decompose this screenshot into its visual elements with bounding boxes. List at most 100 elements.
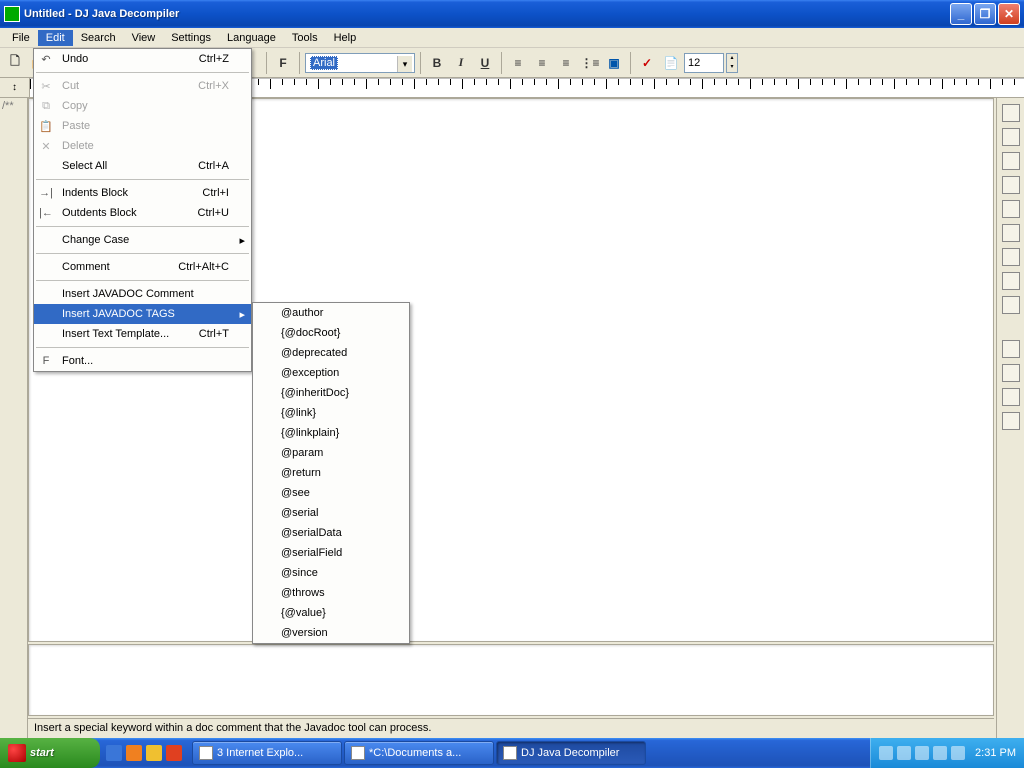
tray-icon[interactable] [933,746,947,760]
menu-item-change-case[interactable]: Change Case▸ [34,230,251,250]
titlebar: Untitled - DJ Java Decompiler _ ❐ ✕ [0,0,1024,28]
menu-item-insert-javadoc-comment[interactable]: Insert JAVADOC Comment [34,284,251,304]
menu-language[interactable]: Language [219,30,284,46]
font-size-input[interactable]: 12 [684,53,724,73]
side-icon[interactable] [1002,296,1020,314]
javadoc-tag-item[interactable]: {@inheritDoc} [253,383,409,403]
menu-item-insert-javadoc-tags[interactable]: Insert JAVADOC TAGS▸ [34,304,251,324]
menu-item-undo[interactable]: ↶UndoCtrl+Z [34,49,251,69]
menu-view[interactable]: View [124,30,164,46]
menu-settings[interactable]: Settings [163,30,219,46]
side-icon[interactable] [1002,340,1020,358]
side-icon[interactable] [1002,248,1020,266]
quicklaunch-icon[interactable] [146,745,162,761]
tray-icon[interactable] [879,746,893,760]
side-icon[interactable] [1002,388,1020,406]
quicklaunch-icon[interactable] [106,745,122,761]
side-icon[interactable] [1002,176,1020,194]
task-button[interactable]: DJ Java Decompiler [496,741,646,765]
ruler-toggle-icon[interactable]: ↕ [0,78,30,97]
side-icon[interactable] [1002,152,1020,170]
javadoc-tag-item[interactable]: @serialData [253,523,409,543]
javadoc-tag-item[interactable]: @return [253,463,409,483]
bold-button[interactable]: B [426,52,448,74]
menu-item-shortcut: Ctrl+X [198,80,229,92]
new-icon[interactable]: 🗋 [4,52,26,74]
javadoc-tag-item[interactable]: {@value} [253,603,409,623]
menu-item-label: {@value} [281,607,326,619]
javadoc-tag-item[interactable]: @author [253,303,409,323]
javadoc-tag-item[interactable]: @exception [253,363,409,383]
statusbar: Insert a special keyword within a doc co… [28,718,994,738]
menu-item-label: @serialData [281,527,342,539]
menubar: FileEditSearchViewSettingsLanguageToolsH… [0,28,1024,48]
output-pane[interactable] [28,644,994,716]
javadoc-tag-item[interactable]: @serialField [253,543,409,563]
javadoc-tag-item[interactable]: @since [253,563,409,583]
menu-item-indents-block[interactable]: →|Indents BlockCtrl+I [34,183,251,203]
menu-item-shortcut: Ctrl+T [199,328,229,340]
font-size-spinner[interactable]: ▴▾ [726,53,738,73]
javadoc-tag-item[interactable]: @param [253,443,409,463]
menu-item-label: @deprecated [281,347,347,359]
tray-icon[interactable] [951,746,965,760]
menu-item-outdents-block[interactable]: |←Outdents BlockCtrl+U [34,203,251,223]
task-button[interactable]: *C:\Documents a... [344,741,494,765]
side-icon[interactable] [1002,412,1020,430]
menu-item-label: Copy [62,100,88,112]
minimize-button[interactable]: _ [950,3,972,25]
task-button[interactable]: 3 Internet Explo... [192,741,342,765]
side-icon[interactable] [1002,272,1020,290]
quicklaunch-icon[interactable] [126,745,142,761]
side-icon[interactable] [1002,128,1020,146]
javadoc-tag-item[interactable]: @serial [253,503,409,523]
close-button[interactable]: ✕ [998,3,1020,25]
bullets-icon[interactable]: ⋮≡ [579,52,601,74]
underline-button[interactable]: U [474,52,496,74]
menu-item-label: Indents Block [62,187,128,199]
javadoc-tag-item[interactable]: @version [253,623,409,643]
menu-search[interactable]: Search [73,30,124,46]
menu-item-select-all[interactable]: Select AllCtrl+A [34,156,251,176]
menu-edit[interactable]: Edit [38,30,73,46]
check-icon[interactable]: ✓ [636,52,658,74]
align-right-icon[interactable]: ≡ [555,52,577,74]
menu-tools[interactable]: Tools [284,30,326,46]
javadoc-tag-item[interactable]: @deprecated [253,343,409,363]
side-icon[interactable] [1002,104,1020,122]
task-icon [351,746,365,760]
align-left-icon[interactable]: ≡ [507,52,529,74]
menu-item-shortcut: Ctrl+Z [199,53,229,65]
menu-item-icon: 📋 [38,118,54,134]
menu-file[interactable]: File [4,30,38,46]
menu-item-insert-text-template-[interactable]: Insert Text Template...Ctrl+T [34,324,251,344]
javadoc-tag-item[interactable]: {@linkplain} [253,423,409,443]
menu-item-label: Select All [62,160,107,172]
javadoc-tag-item[interactable]: {@docRoot} [253,323,409,343]
menu-item-label: Font... [62,355,93,367]
tray-icon[interactable] [915,746,929,760]
menu-help[interactable]: Help [326,30,365,46]
select-icon[interactable]: ▣ [603,52,625,74]
start-label: start [30,747,54,759]
menu-item-comment[interactable]: CommentCtrl+Alt+C [34,257,251,277]
side-icon[interactable] [1002,364,1020,382]
align-center-icon[interactable]: ≡ [531,52,553,74]
clock[interactable]: 2:31 PM [969,747,1016,759]
italic-button[interactable]: I [450,52,472,74]
side-icon[interactable] [1002,200,1020,218]
tray-icon[interactable] [897,746,911,760]
javadoc-tag-item[interactable]: {@link} [253,403,409,423]
javadoc-tag-item[interactable]: @see [253,483,409,503]
menu-item-font-[interactable]: FFont... [34,351,251,371]
javadoc-tag-item[interactable]: @throws [253,583,409,603]
side-icon[interactable] [1002,224,1020,242]
maximize-button[interactable]: ❐ [974,3,996,25]
doc-icon[interactable]: 📄 [660,52,682,74]
submenu-arrow-icon: ▸ [239,234,245,247]
start-button[interactable]: start [0,738,100,768]
menu-item-label: @throws [281,587,325,599]
quicklaunch-icon[interactable] [166,745,182,761]
menu-item-delete: ✕Delete [34,136,251,156]
font-combo[interactable]: Arial [305,53,415,73]
